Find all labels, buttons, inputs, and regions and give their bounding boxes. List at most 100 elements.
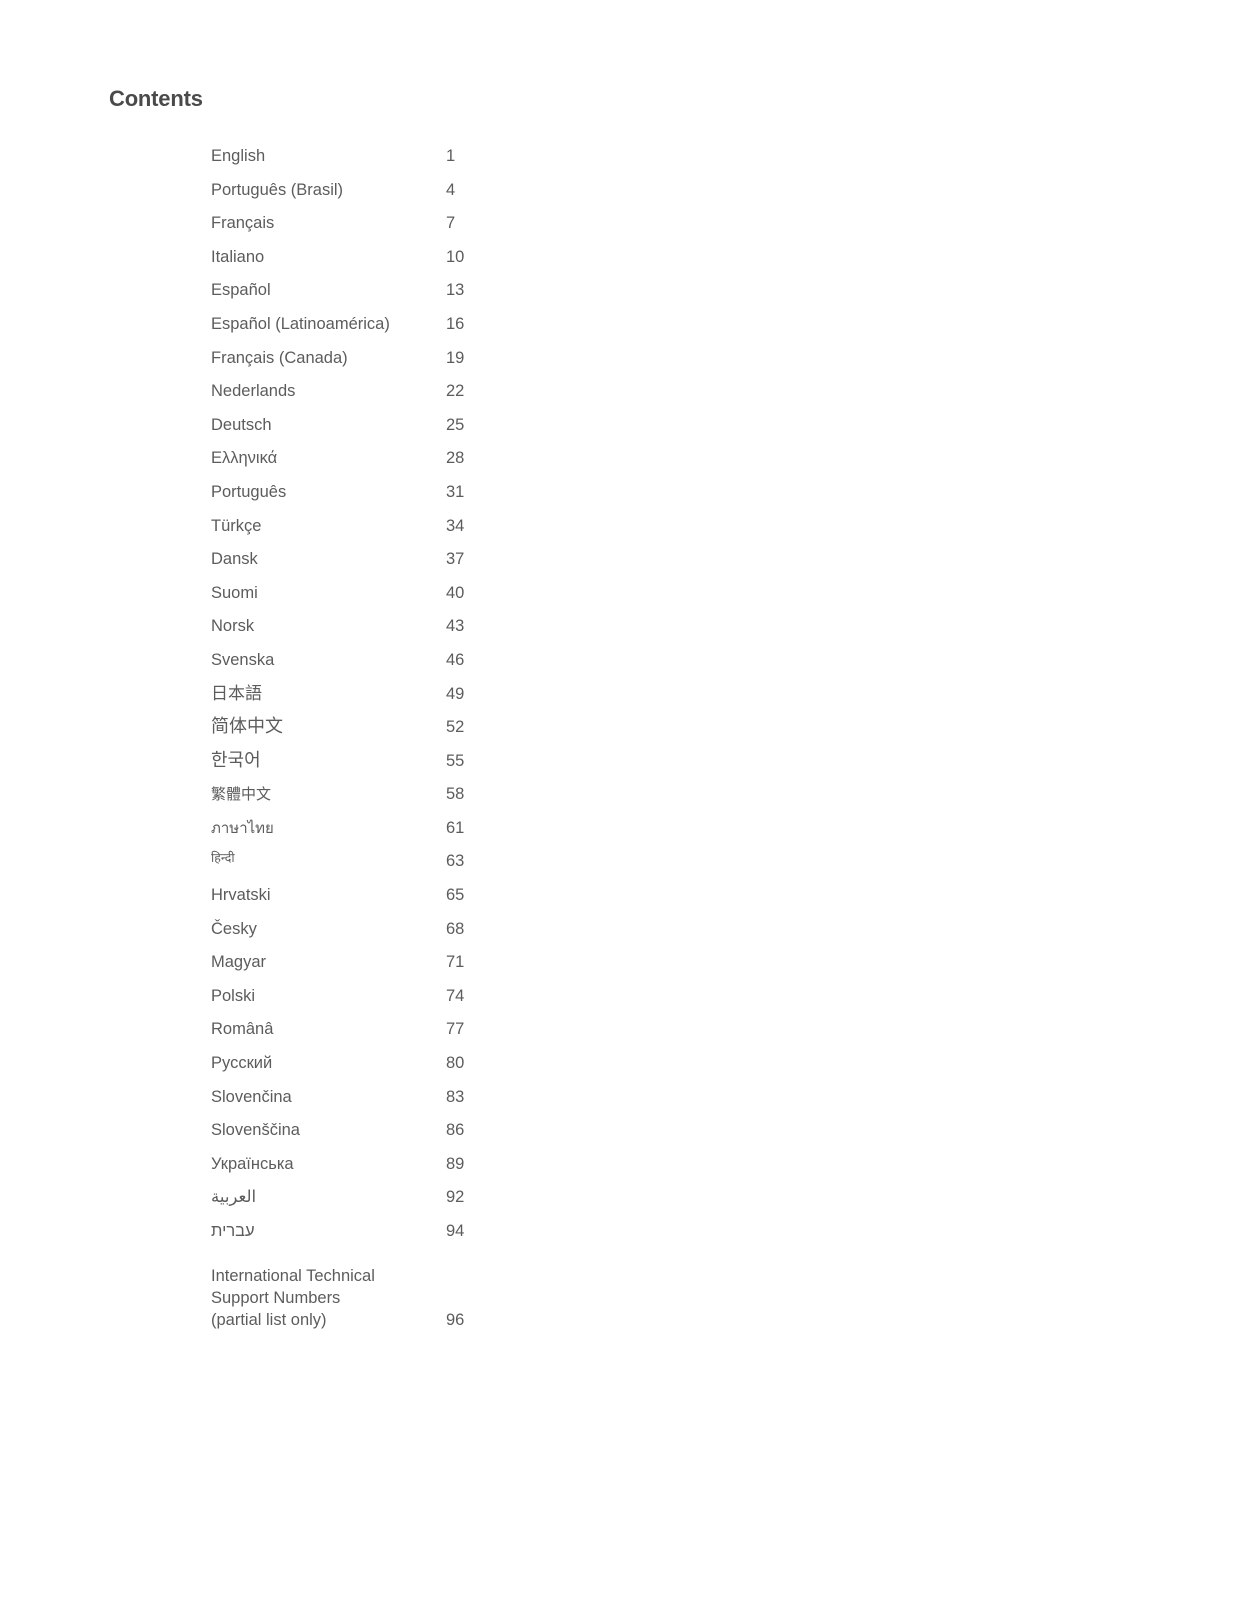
toc-entry[interactable]: Suomi 40 (211, 582, 631, 616)
toc-entry-page-number: 25 (446, 415, 465, 434)
toc-entry-label: 繁體中文 (211, 786, 272, 804)
toc-entry-label: हिन्दी (211, 851, 235, 866)
toc-entry-page-number: 94 (446, 1222, 465, 1240)
toc-entry-label: Dansk (211, 550, 258, 569)
toc-entry[interactable]: Magyar 71 (211, 951, 631, 985)
toc-entry-label: Polski (211, 986, 256, 1005)
toc-entry-label: Svenska (211, 650, 275, 669)
toc-entry[interactable]: Slovenčina 83 (211, 1086, 631, 1120)
toc-entry-page-number: 16 (446, 314, 465, 333)
toc-entry-label: English (211, 147, 266, 165)
toc-entry-label: Slovenščina (211, 1121, 300, 1140)
toc-entry[interactable]: 한국어 55 (211, 750, 631, 784)
toc-entry-label: Español (211, 281, 271, 300)
toc-entry[interactable]: Italiano 10 (211, 246, 631, 280)
table-of-contents: English 1 Português (Brasil) 4 Français 7 Ital… (211, 145, 631, 1331)
toc-entry-page-number: 4 (446, 180, 456, 199)
page-title: Contents (109, 86, 203, 111)
toc-entry[interactable]: Svenska 46 (211, 649, 631, 683)
toc-entry-page-number: 13 (446, 281, 465, 300)
toc-entry-label: Українська (211, 1154, 294, 1173)
toc-entry-label: International Technical Support Numbers … (211, 1266, 375, 1329)
toc-entry[interactable]: Français 7 (211, 212, 631, 246)
toc-entry-label: 日本語 (211, 683, 262, 703)
toc-entry[interactable]: Românâ 77 (211, 1018, 631, 1052)
toc-entry[interactable]: English 1 (211, 145, 631, 179)
toc-entry-page-number: 19 (446, 348, 465, 367)
toc-entry-page-number: 37 (446, 550, 465, 569)
toc-entry-label: Norsk (211, 617, 255, 636)
toc-entry[interactable]: עברית 94 (211, 1220, 631, 1254)
toc-entry[interactable]: Česky 68 (211, 918, 631, 952)
toc-entry-label: Français (211, 214, 275, 233)
toc-entry-label: Slovenčina (211, 1087, 292, 1106)
toc-entry[interactable]: Nederlands 22 (211, 380, 631, 414)
toc-entry[interactable]: 繁體中文 58 (211, 783, 631, 817)
toc-entry-page-number: 1 (446, 147, 456, 165)
toc-entry-page-number: 77 (446, 1020, 465, 1039)
toc-entry-label: Deutsch (211, 415, 272, 434)
toc-entry-page-number: 63 (446, 852, 465, 871)
toc-entry-page-number: 92 (446, 1188, 465, 1207)
toc-entry-label: Español (Latinoamérica) (211, 314, 390, 333)
toc-entry[interactable]: 日本語 49 (211, 683, 631, 717)
toc-entry-label: 한국어 (211, 749, 261, 770)
toc-entry[interactable]: Українська 89 (211, 1153, 631, 1187)
toc-entry[interactable]: Español (Latinoamérica) 16 (211, 313, 631, 347)
toc-entry-label: Magyar (211, 953, 267, 972)
toc-entry-page-number: 55 (446, 751, 465, 770)
toc-entry-page-number: 46 (446, 650, 465, 669)
toc-entry-page-number: 52 (446, 718, 465, 737)
toc-entry-label: ภาษาไทย (211, 819, 274, 837)
toc-entry[interactable]: International Technical Support Numbers … (211, 1265, 631, 1331)
toc-entry-page-number: 31 (446, 482, 465, 501)
toc-entry-page-number: 83 (446, 1087, 465, 1106)
toc-entry[interactable]: Hrvatski 65 (211, 884, 631, 918)
toc-entry-label: Русский (211, 1054, 273, 1073)
toc-entry[interactable]: हिन्दी 63 (211, 850, 631, 884)
toc-entry-page-number: 49 (446, 684, 465, 703)
toc-entry-label: Türkçe (211, 516, 262, 535)
toc-entry[interactable]: Português 31 (211, 481, 631, 515)
toc-entry[interactable]: Slovenščina 86 (211, 1119, 631, 1153)
toc-entry-label: עברית (211, 1222, 255, 1240)
toc-entry-label: Português (211, 482, 287, 501)
toc-entry-label: Česky (211, 919, 257, 938)
toc-entry-page-number: 74 (446, 986, 465, 1005)
toc-entry-page-number: 7 (446, 214, 456, 233)
toc-entry[interactable]: 简体中文 52 (211, 716, 631, 750)
toc-entry[interactable]: Türkçe 34 (211, 515, 631, 549)
toc-entry-page-number: 89 (446, 1154, 465, 1173)
toc-entry[interactable]: Español 13 (211, 279, 631, 313)
toc-entry-page-number: 40 (446, 583, 465, 602)
toc-entry-label: Português (Brasil) (211, 180, 344, 199)
toc-entry[interactable]: Polski 74 (211, 985, 631, 1019)
toc-entry[interactable]: Français (Canada) 19 (211, 347, 631, 381)
toc-entry[interactable]: Ελληνικά 28 (211, 447, 631, 481)
toc-entry-page-number: 43 (446, 617, 465, 636)
toc-entry-label: Hrvatski (211, 886, 271, 905)
toc-entry-label: Românâ (211, 1020, 274, 1039)
toc-entry-page-number: 34 (446, 516, 465, 535)
toc-entry-label: Ελληνικά (211, 449, 278, 468)
toc-entry[interactable]: Deutsch 25 (211, 414, 631, 448)
toc-entry-page-number: 10 (446, 247, 465, 266)
toc-entry[interactable]: Norsk 43 (211, 615, 631, 649)
toc-entry-label: Nederlands (211, 382, 296, 401)
document-page: Contents English 1 Português (Brasil) 4 Fran… (0, 0, 1237, 1600)
toc-entry[interactable]: Português (Brasil) 4 (211, 179, 631, 213)
toc-entry-page-number: 96 (446, 1310, 465, 1329)
toc-entry-page-number: 68 (446, 919, 465, 938)
toc-entry-page-number: 65 (446, 886, 465, 905)
toc-entry[interactable]: Dansk 37 (211, 548, 631, 582)
toc-entry-page-number: 61 (446, 818, 465, 837)
toc-entry-page-number: 28 (446, 449, 465, 468)
toc-entry[interactable]: ภาษาไทย 61 (211, 817, 631, 851)
toc-entry-label: Suomi (211, 583, 258, 602)
toc-entry-page-number: 71 (446, 953, 465, 972)
toc-entry-page-number: 22 (446, 382, 465, 401)
toc-entry-label: Italiano (211, 247, 265, 266)
toc-entry[interactable]: Русский 80 (211, 1052, 631, 1086)
toc-entry[interactable]: العربية 92 (211, 1186, 631, 1220)
toc-entry-page-number: 58 (446, 785, 465, 804)
